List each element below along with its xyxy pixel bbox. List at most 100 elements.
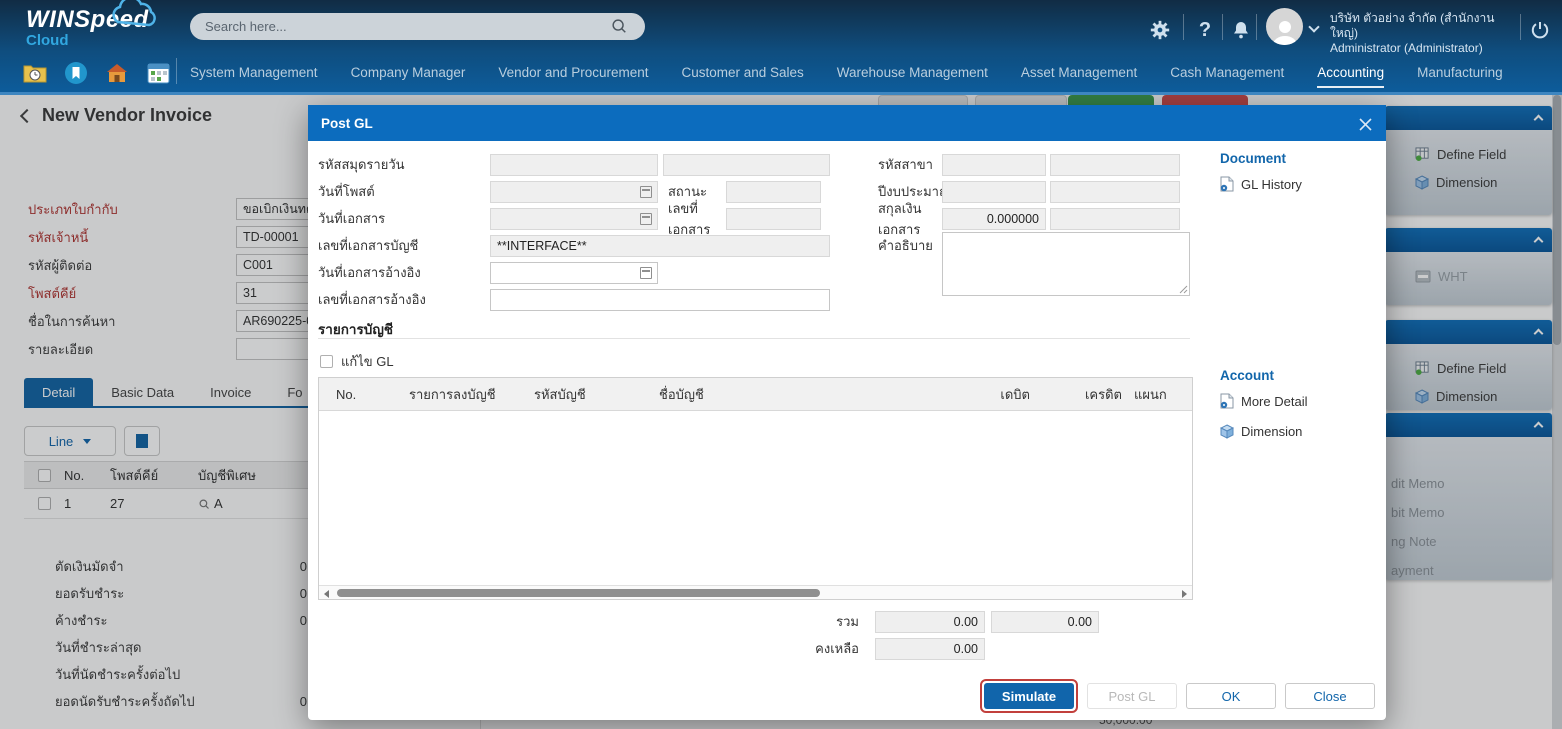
quick-app-icons <box>22 60 171 86</box>
settings-gear-icon[interactable] <box>1148 18 1172 42</box>
modal-title: Post GL <box>321 116 373 131</box>
divider <box>1222 14 1223 40</box>
gl-doc-no-input: **INTERFACE** <box>490 235 830 257</box>
doc-date-input <box>490 208 658 230</box>
application-window: WINSpeed Cloud ? บริษัท ตั <box>0 0 1562 729</box>
status-input <box>726 181 821 203</box>
col-entry: รายการลงบัญชี <box>409 384 534 405</box>
search-input[interactable] <box>190 13 645 40</box>
description-textarea[interactable] <box>942 232 1190 296</box>
bookmark-icon[interactable] <box>63 60 89 86</box>
nav-manufacturing[interactable]: Manufacturing <box>1417 52 1503 92</box>
close-button[interactable]: Close <box>1285 683 1375 709</box>
simulate-button[interactable]: Simulate <box>984 683 1074 709</box>
user-company: บริษัท ตัวอย่าง จำกัด (สำนักงานใหญ่) <box>1330 11 1518 41</box>
edit-gl-label: แก้ไข GL <box>341 351 394 372</box>
account-entries-section-title: รายการบัญชี <box>318 318 393 340</box>
remaining-input: 0.00 <box>875 638 985 660</box>
notifications-bell-icon[interactable] <box>1229 18 1253 42</box>
remaining-label: คงเหลือ <box>811 638 859 659</box>
nav-company-manager[interactable]: Company Manager <box>351 52 466 92</box>
user-menu-chevron-icon[interactable] <box>1308 21 1319 32</box>
totals-block: รวม 0.00 0.00 คงเหลือ 0.00 <box>811 608 1099 662</box>
post-gl-modal: Post GL รหัสสมุดรายวัน วันที่โพสต์ สถานะ… <box>308 105 1386 720</box>
label-ref-doc-no: เลขที่เอกสารอ้างอิง <box>318 289 490 310</box>
col-no: No. <box>319 387 409 402</box>
nav-accounting[interactable]: Accounting <box>1317 52 1384 92</box>
document-section-title: Document <box>1220 151 1390 166</box>
scroll-left-arrow-icon[interactable] <box>324 590 329 598</box>
currency-input <box>1050 208 1180 230</box>
label-doc-no: เลขที่เอกสาร <box>658 198 726 240</box>
top-bar: WINSpeed Cloud ? บริษัท ตั <box>0 0 1562 95</box>
sum-debit-input: 0.00 <box>875 611 985 633</box>
fiscal-year-input <box>942 181 1046 203</box>
nav-system-management[interactable]: System Management <box>190 52 318 92</box>
recent-folder-icon[interactable] <box>22 60 48 86</box>
divider <box>176 58 177 84</box>
edit-gl-checkbox[interactable] <box>320 355 333 368</box>
close-icon[interactable] <box>1354 113 1376 135</box>
nav-vendor-procurement[interactable]: Vendor and Procurement <box>498 52 648 92</box>
account-section-title: Account <box>1220 368 1390 383</box>
gl-table-body-empty <box>319 411 1192 585</box>
fiscal-period-input <box>1050 181 1180 203</box>
calendar-icon <box>640 186 652 198</box>
nav-asset-management[interactable]: Asset Management <box>1021 52 1137 92</box>
modal-form-left: รหัสสมุดรายวัน วันที่โพสต์ สถานะ วันที่เ… <box>318 151 830 313</box>
dimension-link[interactable]: Dimension <box>1220 419 1390 443</box>
label-post-date: วันที่โพสต์ <box>318 181 490 202</box>
sum-credit-input: 0.00 <box>991 611 1099 633</box>
calendar-icon <box>640 213 652 225</box>
simulate-highlight-ring: Simulate <box>980 679 1078 713</box>
col-debit: เดบิต <box>930 384 1030 405</box>
modal-side-links: Document GL History Account More Detail … <box>1220 151 1390 443</box>
label-doc-date: วันที่เอกสาร <box>318 208 490 229</box>
scrollbar-thumb[interactable] <box>337 589 820 597</box>
user-avatar[interactable] <box>1266 8 1303 45</box>
ok-button[interactable]: OK <box>1186 683 1276 709</box>
gl-history-link[interactable]: GL History <box>1220 172 1390 196</box>
post-gl-button[interactable]: Post GL <box>1087 683 1177 709</box>
modal-buttons: Simulate Post GL OK Close <box>980 679 1375 713</box>
label-description: คำอธิบาย <box>878 232 942 256</box>
nav-customer-sales[interactable]: Customer and Sales <box>681 52 803 92</box>
home-icon[interactable] <box>104 60 130 86</box>
ref-doc-no-input[interactable] <box>490 289 830 311</box>
logout-power-icon[interactable] <box>1528 18 1552 42</box>
divider <box>1183 14 1184 40</box>
nav-cash-management[interactable]: Cash Management <box>1170 52 1284 92</box>
doc-no-input <box>726 208 821 230</box>
branch-code-input <box>942 154 1046 176</box>
col-account-code: รหัสบัญชี <box>534 384 659 405</box>
label-journal-code: รหัสสมุดรายวัน <box>318 154 490 175</box>
label-branch-code: รหัสสาขา <box>878 154 942 175</box>
nav-warehouse-management[interactable]: Warehouse Management <box>837 52 988 92</box>
col-account-name: ชื่อบัญชี <box>659 384 930 405</box>
post-date-input <box>490 181 658 203</box>
logo-subtext: Cloud <box>26 33 149 48</box>
more-detail-link[interactable]: More Detail <box>1220 389 1390 413</box>
label-ref-doc-date: วันที่เอกสารอ้างอิง <box>318 262 490 283</box>
branch-name-input <box>1050 154 1180 176</box>
journal-code-input <box>490 154 658 176</box>
ref-doc-date-input[interactable] <box>490 262 658 284</box>
resize-handle-icon[interactable] <box>1178 284 1188 294</box>
divider <box>1520 14 1521 40</box>
gl-entries-table: No. รายการลงบัญชี รหัสบัญชี ชื่อบัญชี เด… <box>318 377 1193 600</box>
col-credit: เครดิต <box>1030 384 1122 405</box>
document-icon <box>1220 176 1234 192</box>
divider <box>1256 14 1257 40</box>
calendar-icon[interactable] <box>640 267 652 279</box>
scroll-right-arrow-icon[interactable] <box>1182 590 1187 598</box>
exchange-rate-input: 0.000000 <box>942 208 1046 230</box>
horizontal-scrollbar[interactable] <box>319 585 1192 599</box>
search-icon[interactable] <box>610 17 628 40</box>
edit-gl-checkbox-row: แก้ไข GL <box>320 351 394 372</box>
divider <box>318 338 1190 339</box>
gl-table-header: No. รายการลงบัญชี รหัสบัญชี ชื่อบัญชี เด… <box>319 378 1192 411</box>
schedule-calendar-icon[interactable] <box>145 60 171 86</box>
help-icon[interactable]: ? <box>1193 18 1217 42</box>
user-info[interactable]: บริษัท ตัวอย่าง จำกัด (สำนักงานใหญ่) Adm… <box>1330 11 1518 56</box>
main-navigation: System Management Company Manager Vendor… <box>190 52 1503 92</box>
